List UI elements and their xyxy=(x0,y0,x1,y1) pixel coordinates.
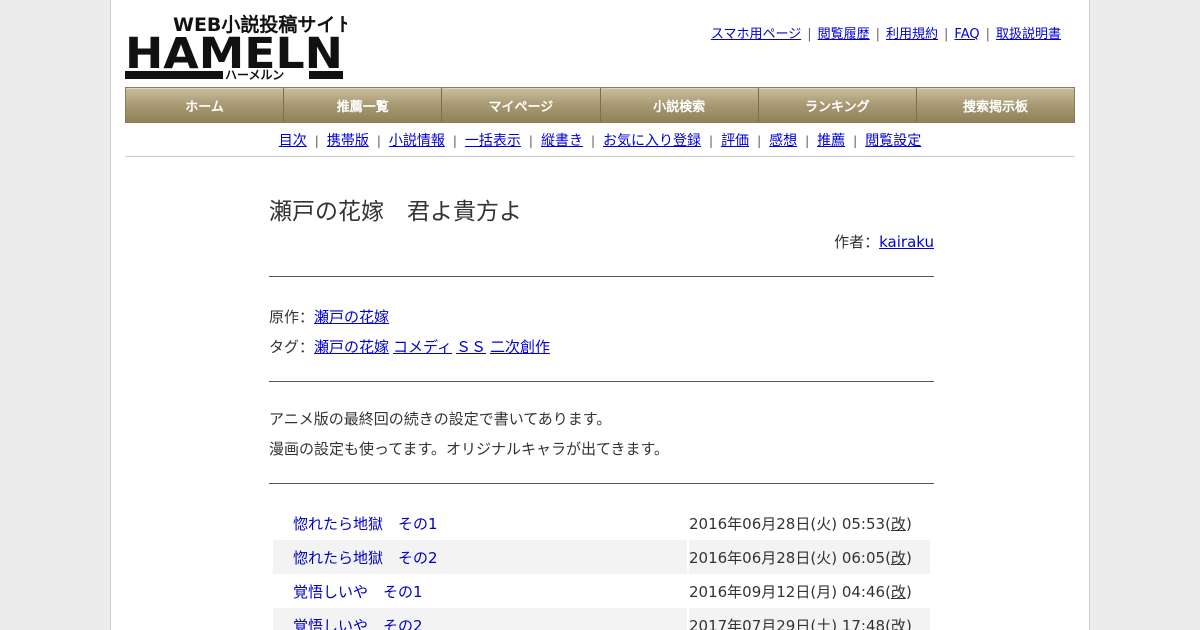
reading-settings-link[interactable]: 閲覧設定 xyxy=(865,133,921,149)
site-logo[interactable]: WEB小説投稿サイト HAMELN ハーメルン xyxy=(125,10,347,80)
terms-link[interactable]: 利用規約 xyxy=(886,27,938,42)
tag-link[interactable]: コメディ xyxy=(393,338,452,356)
chapter-date: 2016年09月12日(月) 04:46 xyxy=(689,582,886,601)
add-favorite-link[interactable]: お気に入り登録 xyxy=(603,133,701,149)
divider xyxy=(269,381,934,382)
svg-text:ハーメルン: ハーメルン xyxy=(225,68,284,80)
rating-link[interactable]: 評価 xyxy=(721,133,749,149)
novel-summary: アニメ版の最終回の続きの設定で書いてあります。 漫画の設定も使ってます。オリジナ… xyxy=(269,404,934,464)
author-link[interactable]: kairaku xyxy=(879,233,934,251)
show-all-link[interactable]: 一括表示 xyxy=(465,133,521,149)
tags-label: タグ： xyxy=(269,338,315,356)
chapter-link[interactable]: 惚れたら地獄 その1 xyxy=(293,515,438,533)
tag-link[interactable]: 二次創作 xyxy=(490,338,550,356)
original-label: 原作： xyxy=(269,308,315,326)
toc-link[interactable]: 目次 xyxy=(279,133,307,149)
mobile-version-link[interactable]: 携帯版 xyxy=(327,133,369,149)
chapter-row: 覚悟しいや その1 2016年09月12日(月) 04:46(改) xyxy=(293,582,912,601)
author-line: 作者：kairaku xyxy=(269,231,934,253)
chapter-row: 惚れたら地獄 その1 2016年06月28日(火) 05:53(改) xyxy=(293,514,912,533)
nav-mypage-button[interactable]: マイページ xyxy=(442,88,601,122)
nav-search-board-button[interactable]: 捜索掲示板 xyxy=(916,88,1075,122)
recommend-link[interactable]: 推薦 xyxy=(817,133,845,149)
chapter-link[interactable]: 覚悟しいや その2 xyxy=(293,617,423,630)
sub-nav: 目次 | 携帯版 | 小説情報 | 一括表示 | 縦書き | お気に入り登録 | 評価 | 感想 | 推薦 | 閲覧… xyxy=(125,130,1075,157)
vertical-writing-link[interactable]: 縦書き xyxy=(541,133,583,149)
novel-meta: 原作：瀬戸の花嫁 タグ：瀬戸の花嫁 コメディ ＳＳ 二次創作 xyxy=(269,302,934,362)
novel-content: 瀬戸の花嫁 君よ貴方よ 作者：kairaku 原作：瀬戸の花嫁 タグ：瀬戸の花嫁… xyxy=(269,157,934,630)
manual-link[interactable]: 取扱説明書 xyxy=(996,27,1061,42)
tag-link[interactable]: 瀬戸の花嫁 xyxy=(314,338,389,356)
chapter-edit-link[interactable]: 改 xyxy=(891,583,906,601)
divider xyxy=(269,483,934,484)
faq-link[interactable]: FAQ xyxy=(954,27,979,42)
novel-title: 瀬戸の花嫁 君よ貴方よ xyxy=(269,199,522,225)
tags-row: タグ：瀬戸の花嫁 コメディ ＳＳ 二次創作 xyxy=(269,332,934,362)
nav-recommend-list-button[interactable]: 推薦一覧 xyxy=(284,88,443,122)
chapter-date: 2016年06月28日(火) 05:53 xyxy=(689,514,886,533)
original-work-link[interactable]: 瀬戸の花嫁 xyxy=(314,308,389,326)
chapter-edit-link[interactable]: 改 xyxy=(891,515,906,533)
divider xyxy=(269,276,934,277)
main-nav: ホーム 推薦一覧 マイページ 小説検索 ランキング 捜索掲示板 xyxy=(125,87,1075,123)
hameln-logo-icon: WEB小説投稿サイト HAMELN ハーメルン xyxy=(125,13,347,80)
nav-home-button[interactable]: ホーム xyxy=(126,88,285,122)
summary-line: 漫画の設定も使ってます。オリジナルキャラが出てきます。 xyxy=(269,440,670,458)
review-link[interactable]: 感想 xyxy=(769,133,797,149)
summary-line: アニメ版の最終回の続きの設定で書いてあります。 xyxy=(269,410,612,428)
chapter-date: 2017年07月29日(土) 17:48 xyxy=(689,616,886,630)
chapter-edit-link[interactable]: 改 xyxy=(891,617,906,630)
nav-novel-search-button[interactable]: 小説検索 xyxy=(600,88,759,122)
chapter-date: 2016年06月28日(火) 06:05 xyxy=(689,548,886,567)
author-label: 作者： xyxy=(834,233,880,251)
top-links: スマホ用ページ | 閲覧履歴 | 利用規約 | FAQ | 取扱説明書 xyxy=(710,27,1061,42)
chapter-row: 覚悟しいや その2 2017年07月29日(土) 17:48(改) xyxy=(273,608,930,630)
novel-info-link[interactable]: 小説情報 xyxy=(389,133,445,149)
tag-link[interactable]: ＳＳ xyxy=(456,338,486,356)
chapter-list: 惚れたら地獄 その1 2016年06月28日(火) 05:53(改) 惚れたら地… xyxy=(271,506,932,630)
chapter-link[interactable]: 覚悟しいや その1 xyxy=(293,583,423,601)
chapter-edit-link[interactable]: 改 xyxy=(891,549,906,567)
nav-ranking-button[interactable]: ランキング xyxy=(758,88,917,122)
smartphone-page-link[interactable]: スマホ用ページ xyxy=(711,27,801,42)
original-work-row: 原作：瀬戸の花嫁 xyxy=(269,302,934,332)
page: WEB小説投稿サイト HAMELN ハーメルン スマホ用ページ | 閲覧履歴 | 利用規… xyxy=(110,0,1090,630)
history-link[interactable]: 閲覧履歴 xyxy=(818,27,870,42)
chapter-link[interactable]: 惚れたら地獄 その2 xyxy=(293,549,438,567)
chapter-row: 惚れたら地獄 その2 2016年06月28日(火) 06:05(改) xyxy=(273,540,930,574)
